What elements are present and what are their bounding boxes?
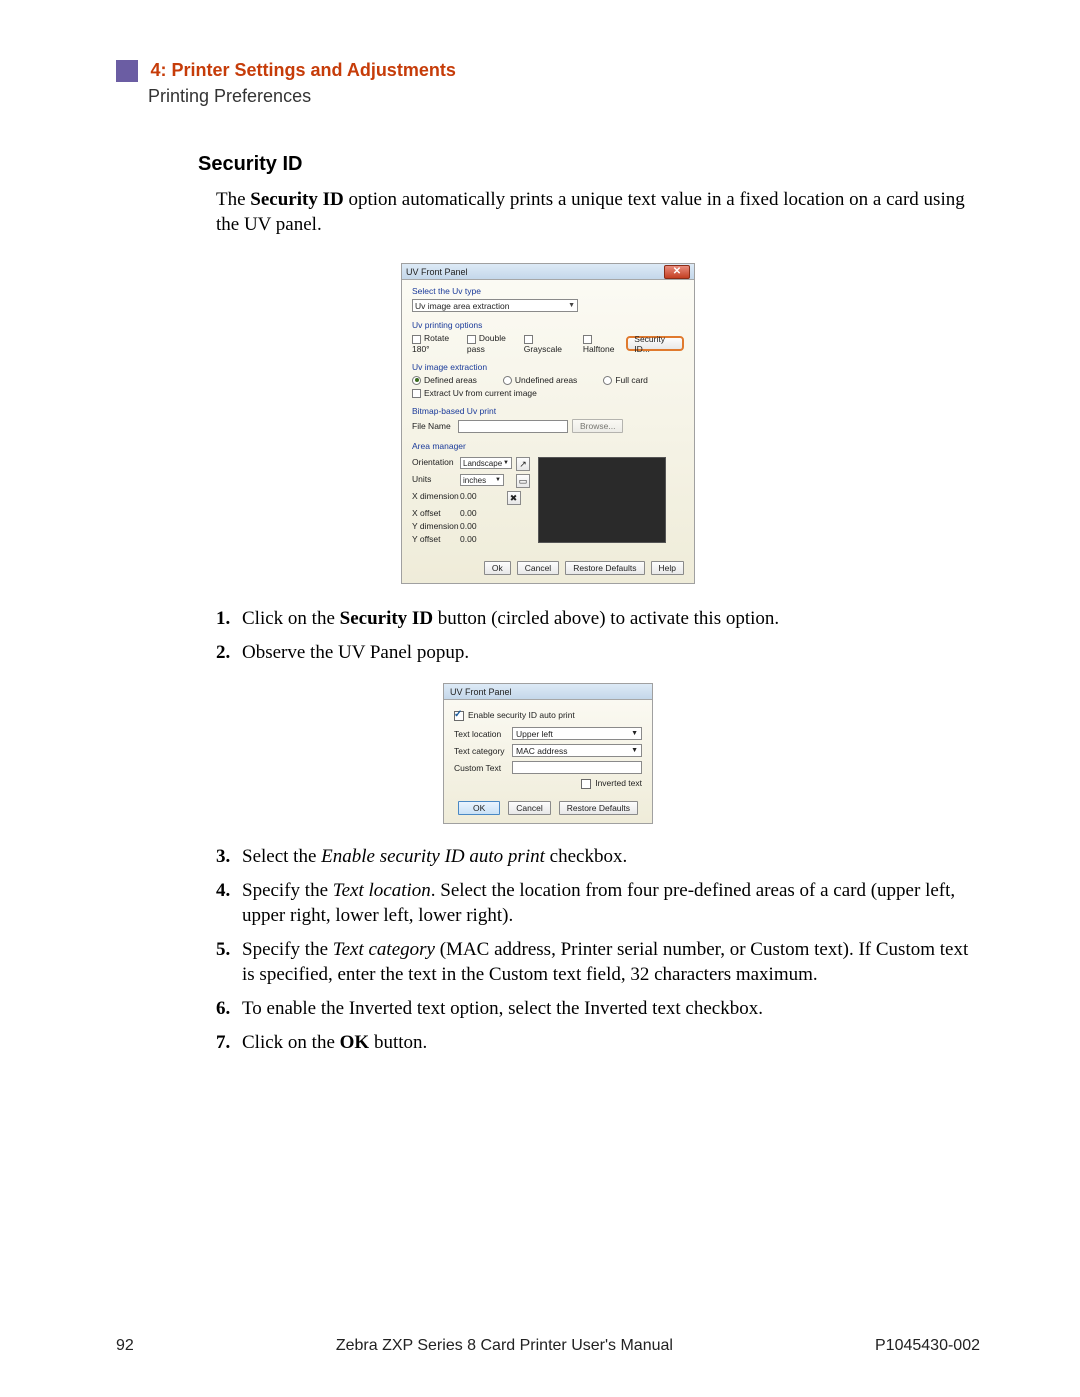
step-2: Observe the UV Panel popup. — [216, 640, 980, 666]
uv-type-select[interactable]: Uv image area extraction▼ — [412, 299, 578, 312]
chapter-header: 4: Printer Settings and Adjustments Prin… — [116, 60, 980, 107]
browse-button[interactable]: Browse... — [572, 419, 623, 433]
step-6: To enable the Inverted text option, sele… — [216, 996, 980, 1022]
file-name-label: File Name — [412, 421, 454, 431]
text-category-select[interactable]: MAC address▼ — [512, 744, 642, 757]
image-extraction-label: Uv image extraction — [412, 362, 684, 372]
restore-defaults-button[interactable]: Restore Defaults — [565, 561, 644, 575]
delete-tool-icon[interactable]: ✖ — [507, 491, 521, 505]
undefined-areas-radio[interactable]: Undefined areas — [503, 375, 577, 385]
doc-number: P1045430-002 — [875, 1337, 980, 1355]
bitmap-label: Bitmap-based Uv print — [412, 406, 684, 416]
chapter-title: 4: Printer Settings and Adjustments — [150, 60, 455, 80]
restore-defaults-button[interactable]: Restore Defaults — [559, 801, 638, 815]
arrow-tool-icon[interactable]: ↗ — [516, 457, 530, 471]
section-heading: Security ID — [198, 153, 980, 176]
ok-button[interactable]: Ok — [484, 561, 511, 575]
step-7: Click on the OK button. — [216, 1030, 980, 1056]
step-4: Specify the Text location. Select the lo… — [216, 878, 980, 929]
ok-button[interactable]: OK — [458, 801, 500, 815]
rotate-checkbox[interactable]: Rotate 180° — [412, 333, 461, 353]
extract-current-checkbox[interactable]: Extract Uv from current image — [412, 388, 537, 398]
orientation-select[interactable]: Landscape▼ — [460, 457, 512, 469]
printing-options-label: Uv printing options — [412, 320, 684, 330]
halftone-checkbox[interactable]: Halftone — [583, 333, 620, 353]
chapter-subtitle: Printing Preferences — [148, 86, 980, 107]
chevron-down-icon: ▼ — [495, 477, 501, 483]
inverted-text-checkbox[interactable]: Inverted text — [581, 778, 642, 788]
help-button[interactable]: Help — [651, 561, 684, 575]
rect-tool-icon[interactable]: ▭ — [516, 474, 530, 488]
x-offset-value: 0.00 — [460, 508, 477, 518]
chevron-down-icon: ▼ — [503, 460, 509, 466]
steps-list-top: Click on the Security ID button (circled… — [216, 606, 980, 665]
manual-title: Zebra ZXP Series 8 Card Printer User's M… — [336, 1337, 673, 1355]
text-location-label: Text location — [454, 729, 512, 739]
chevron-down-icon: ▼ — [568, 302, 575, 309]
custom-text-label: Custom Text — [454, 763, 512, 773]
security-id-button[interactable]: Security ID... — [626, 336, 684, 351]
y-dimension-value: 0.00 — [460, 521, 477, 531]
text-location-select[interactable]: Upper left▼ — [512, 727, 642, 740]
cancel-button[interactable]: Cancel — [517, 561, 559, 575]
chevron-down-icon: ▼ — [631, 730, 638, 737]
dialog-title: UV Front Panel — [450, 687, 512, 697]
dialog-title: UV Front Panel — [406, 267, 468, 277]
enable-auto-print-checkbox[interactable]: Enable security ID auto print — [454, 710, 575, 720]
cancel-button[interactable]: Cancel — [508, 801, 550, 815]
uv-front-panel-dialog: UV Front Panel ✕ Select the Uv type Uv i… — [401, 263, 695, 584]
page-number: 92 — [116, 1337, 134, 1355]
grayscale-checkbox[interactable]: Grayscale — [524, 333, 567, 353]
chevron-down-icon: ▼ — [631, 747, 638, 754]
card-preview — [538, 457, 666, 543]
y-offset-value: 0.00 — [460, 534, 477, 544]
step-3: Select the Enable security ID auto print… — [216, 844, 980, 870]
defined-areas-radio[interactable]: Defined areas — [412, 375, 477, 385]
area-manager-label: Area manager — [412, 441, 684, 451]
text-category-label: Text category — [454, 746, 512, 756]
step-1: Click on the Security ID button (circled… — [216, 606, 980, 632]
step-5: Specify the Text category (MAC address, … — [216, 937, 980, 988]
double-pass-checkbox[interactable]: Double pass — [467, 333, 518, 353]
page-footer: 92 Zebra ZXP Series 8 Card Printer User'… — [0, 1337, 1080, 1355]
file-name-input[interactable] — [458, 420, 568, 433]
custom-text-input[interactable] — [512, 761, 642, 774]
select-uv-type-label: Select the Uv type — [412, 286, 684, 296]
uv-popup-dialog: UV Front Panel Enable security ID auto p… — [443, 683, 653, 824]
steps-list-bottom: Select the Enable security ID auto print… — [216, 844, 980, 1055]
units-select[interactable]: inches▼ — [460, 474, 504, 486]
full-card-radio[interactable]: Full card — [603, 375, 648, 385]
x-dimension-value: 0.00 — [460, 491, 477, 505]
close-button[interactable]: ✕ — [664, 265, 690, 279]
section-marker-icon — [116, 60, 138, 82]
intro-paragraph: The Security ID option automatically pri… — [216, 188, 980, 237]
